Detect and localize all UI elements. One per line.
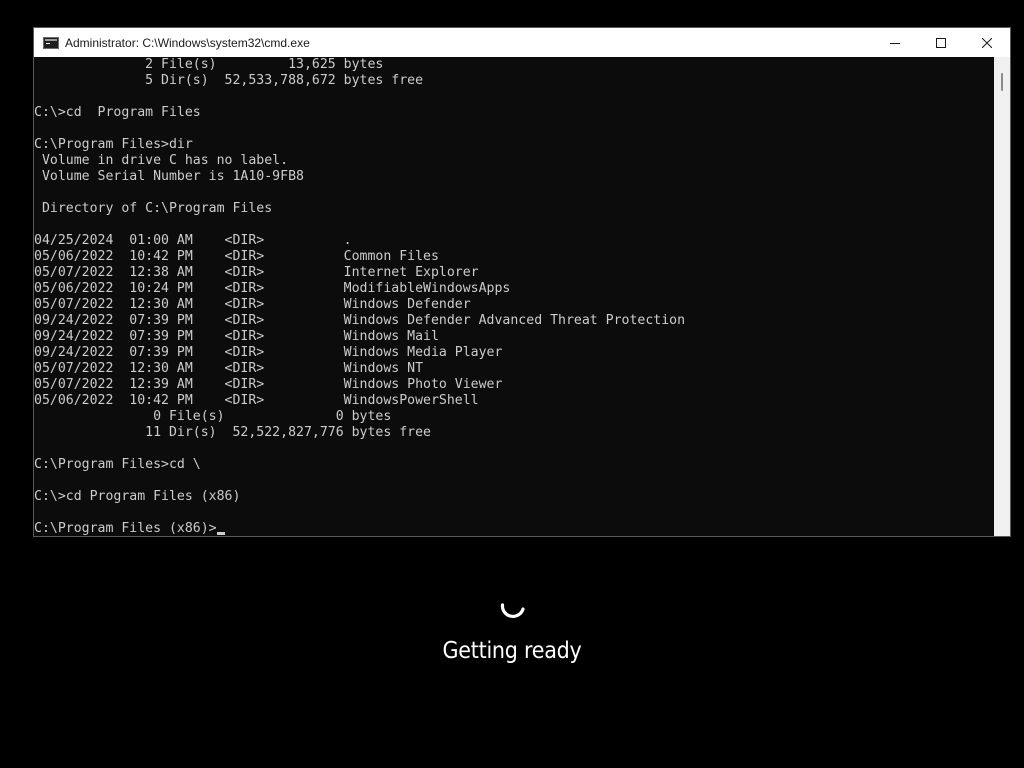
console-line: 05/06/2022 10:42 PM <DIR> WindowsPowerSh… xyxy=(34,393,479,408)
console-line: 09/24/2022 07:39 PM <DIR> Windows Mail xyxy=(34,329,439,344)
console-line: 09/24/2022 07:39 PM <DIR> Windows Defend… xyxy=(34,313,686,328)
title-bar[interactable]: Administrator: C:\Windows\system32\cmd.e… xyxy=(34,28,1010,57)
close-button[interactable] xyxy=(964,28,1010,57)
console-line: Directory of C:\Program Files xyxy=(34,201,273,216)
cmd-window[interactable]: Administrator: C:\Windows\system32\cmd.e… xyxy=(33,27,1011,537)
caption-buttons xyxy=(872,28,1010,57)
console-line: 05/06/2022 10:24 PM <DIR> ModifiableWind… xyxy=(34,281,511,296)
loading-status-text: Getting ready xyxy=(442,638,582,664)
console-line: 05/07/2022 12:38 AM <DIR> Internet Explo… xyxy=(34,265,479,280)
minimize-icon xyxy=(890,42,900,44)
cmd-icon xyxy=(43,36,59,49)
console-output[interactable]: 2 File(s) 13,625 bytes 5 Dir(s) 52,533,7… xyxy=(34,57,995,536)
console-line: C:\>cd Program Files (x86) xyxy=(34,489,241,504)
maximize-icon xyxy=(936,37,946,48)
spinner-icon xyxy=(500,603,525,619)
console-line: 5 Dir(s) 52,533,788,672 bytes free xyxy=(34,73,424,88)
vertical-scrollbar[interactable] xyxy=(994,57,1010,536)
minimize-button[interactable] xyxy=(872,28,918,57)
maximize-button[interactable] xyxy=(918,28,964,57)
console-line: 2 File(s) 13,625 bytes xyxy=(34,57,384,72)
console-prompt: C:\Program Files (x86)> xyxy=(34,521,217,536)
console-line: 05/06/2022 10:42 PM <DIR> Common Files xyxy=(34,249,439,264)
console-line: 11 Dir(s) 52,522,827,776 bytes free xyxy=(34,425,431,440)
console-prompt-line[interactable]: C:\Program Files (x86)> xyxy=(34,521,995,536)
console-line: 0 File(s) 0 bytes xyxy=(34,409,392,424)
console-line: Volume Serial Number is 1A10-9FB8 xyxy=(34,169,304,184)
console-line: C:\Program Files>dir xyxy=(34,137,193,152)
console-line: 05/07/2022 12:30 AM <DIR> Windows NT xyxy=(34,361,424,376)
console-line: C:\>cd Program Files xyxy=(34,105,201,120)
console-line: C:\Program Files>cd \ xyxy=(34,457,201,472)
console-line: 05/07/2022 12:30 AM <DIR> Windows Defend… xyxy=(34,297,471,312)
text-cursor xyxy=(216,532,225,535)
window-title: Administrator: C:\Windows\system32\cmd.e… xyxy=(65,35,310,50)
scrollbar-thumb[interactable] xyxy=(1001,73,1003,91)
close-icon xyxy=(982,37,992,48)
console-line: 09/24/2022 07:39 PM <DIR> Windows Media … xyxy=(34,345,503,360)
console-line: Volume in drive C has no label. xyxy=(34,153,289,168)
loading-overlay: Getting ready xyxy=(0,596,1024,664)
console-line: 04/25/2024 01:00 AM <DIR> . xyxy=(34,233,352,248)
console-line: 05/07/2022 12:39 AM <DIR> Windows Photo … xyxy=(34,377,503,392)
